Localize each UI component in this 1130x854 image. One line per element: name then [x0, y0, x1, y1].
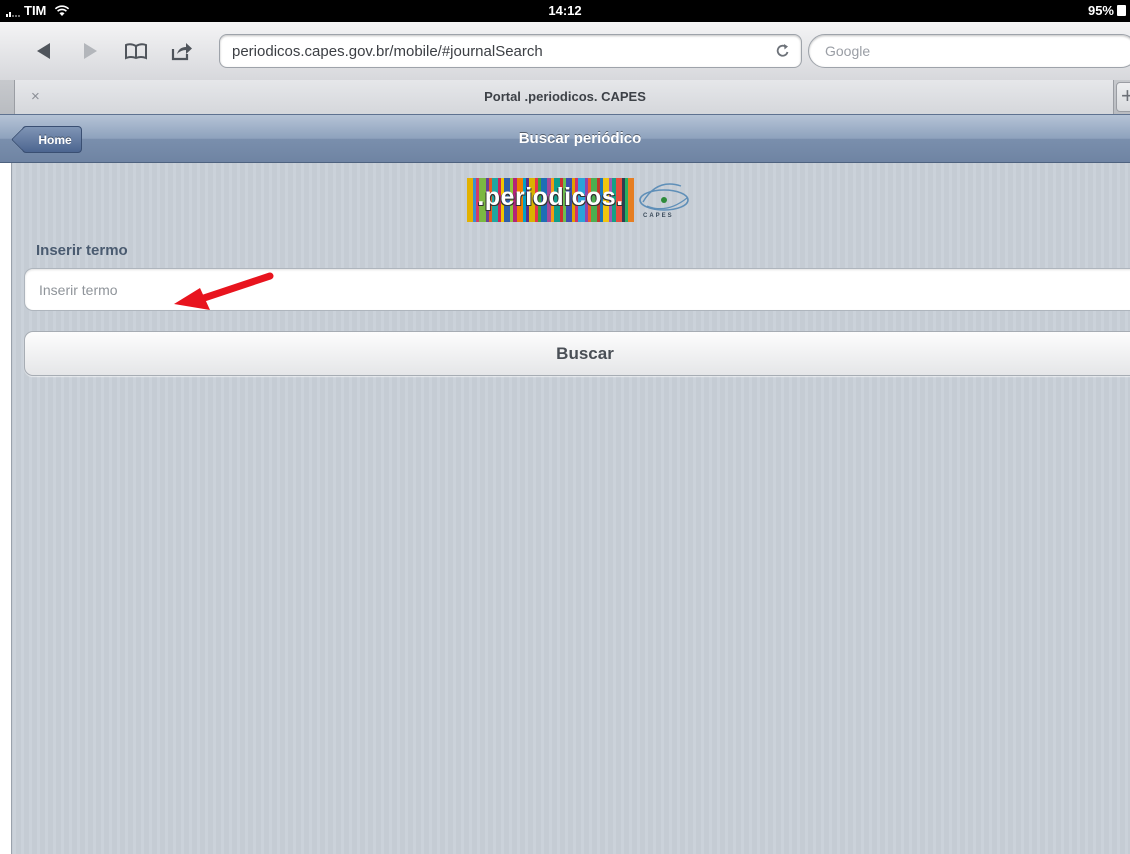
- new-tab-button[interactable]: +: [1116, 82, 1130, 112]
- back-button[interactable]: [30, 38, 58, 64]
- bookmarks-button[interactable]: [122, 38, 150, 64]
- periodicos-capes-logo: .periodicos. CAPES: [467, 178, 697, 224]
- capes-eye-icon: [639, 183, 689, 211]
- search-submit-label: Buscar: [556, 344, 614, 363]
- status-bar: TIM 14:12 95%: [0, 0, 1130, 22]
- screen: TIM 14:12 95% periodicos.capes.gov.br/mo…: [0, 0, 1130, 854]
- page-title: Buscar periódico: [518, 130, 642, 147]
- search-term-label: Inserir termo: [36, 242, 128, 259]
- logo-wordmark: .periodicos.: [477, 183, 624, 211]
- capes-logo-text: CAPES: [643, 213, 674, 219]
- share-button[interactable]: [168, 38, 196, 64]
- bookmarks-book-icon: [125, 43, 147, 60]
- back-arrow-icon: [37, 43, 50, 59]
- url-text: periodicos.capes.gov.br/mobile/#journalS…: [232, 43, 543, 60]
- annotation-arrow-icon: [174, 272, 274, 310]
- battery-indicator: 95%: [1088, 3, 1126, 18]
- forward-arrow-icon: [84, 43, 97, 59]
- google-search-input[interactable]: [823, 42, 1107, 60]
- search-submit-button[interactable]: Buscar: [24, 331, 1130, 376]
- battery-icon: [1117, 5, 1126, 16]
- tab-strip: × Portal .periodicos. CAPES +: [0, 80, 1130, 114]
- content-area: [0, 163, 1130, 854]
- forward-button[interactable]: [76, 38, 104, 64]
- browser-tab-active[interactable]: × Portal .periodicos. CAPES: [14, 80, 1114, 114]
- tab-title: Portal .periodicos. CAPES: [484, 89, 646, 104]
- status-time: 14:12: [548, 3, 582, 18]
- reload-icon[interactable]: [775, 43, 791, 59]
- battery-percent: 95%: [1087, 3, 1114, 18]
- app-header: Home Buscar periódico: [0, 114, 1130, 163]
- browser-toolbar: periodicos.capes.gov.br/mobile/#journalS…: [0, 22, 1130, 81]
- left-edge-divider: [11, 163, 12, 854]
- share-icon: [171, 43, 192, 61]
- url-bar[interactable]: periodicos.capes.gov.br/mobile/#journalS…: [219, 34, 802, 68]
- google-search-field[interactable]: [808, 34, 1130, 68]
